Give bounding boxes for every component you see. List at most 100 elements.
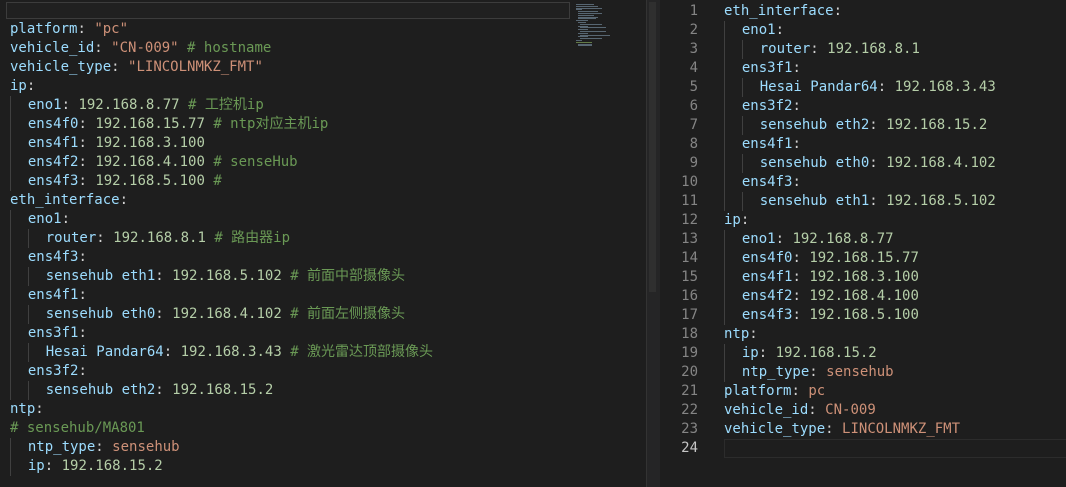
code-line[interactable]: ens4f1: 192.168.3.100	[724, 268, 996, 287]
code-line[interactable]: vehicle_id: "CN-009" # hostname	[10, 39, 433, 58]
code-line[interactable]: ntp:	[10, 400, 433, 419]
yaml-key: sensehub eth0	[759, 155, 870, 171]
colon: :	[61, 97, 71, 113]
code-line[interactable]: ens4f3: 192.168.5.100	[724, 306, 996, 325]
line-number: 4	[689, 60, 698, 76]
scrollbar-thumb[interactable]	[649, 2, 656, 292]
code-line[interactable]: ens4f3: 192.168.5.100 #	[10, 172, 433, 191]
comment: # 前面左侧摄像头	[290, 306, 406, 322]
code-line[interactable]: sensehub eth2: 192.168.15.2	[724, 116, 996, 135]
code-line[interactable]: ip:	[724, 211, 996, 230]
code-line[interactable]: ens4f1:	[10, 286, 433, 305]
code-line[interactable]: vehicle_type: "LINCOLNMKZ_FMT"	[10, 58, 433, 77]
line-number: 17	[681, 307, 698, 323]
yaml-value: 192.168.5.102	[172, 268, 282, 284]
line-number: 2	[689, 22, 698, 38]
code-line[interactable]: ntp:	[724, 325, 996, 344]
code-line[interactable]: router: 192.168.8.1	[724, 40, 996, 59]
code-line[interactable]: ntp_type: sensehub	[724, 363, 996, 382]
minimap[interactable]	[576, 4, 630, 48]
code-line[interactable]: Hesai Pandar64: 192.168.3.43	[724, 78, 996, 97]
indent-guide	[724, 116, 742, 135]
code-line[interactable]: ip: 192.168.15.2	[724, 344, 996, 363]
code-line[interactable]: ens3f1:	[724, 59, 996, 78]
code-line[interactable]	[724, 439, 996, 458]
colon: :	[792, 288, 801, 304]
code-line[interactable]: sensehub eth0: 192.168.4.102 # 前面左侧摄像头	[10, 305, 433, 324]
code-line[interactable]: # sensehub/MA801	[10, 419, 433, 438]
code-line[interactable]: ntp_type: sensehub	[10, 438, 433, 457]
colon: :	[163, 344, 173, 360]
left-code-area[interactable]: platform: "pc" vehicle_id: "CN-009" # hos…	[10, 20, 433, 476]
yaml-value: CN-009	[825, 402, 876, 418]
yaml-value: 192.168.3.100	[809, 269, 919, 285]
code-line[interactable]: ens4f1:	[724, 135, 996, 154]
line-number: 22	[681, 402, 698, 418]
code-line[interactable]: ens4f3:	[10, 248, 433, 267]
code-line[interactable]: eno1:	[10, 210, 433, 229]
code-line[interactable]: eno1: 192.168.8.77 # 工控机ip	[10, 96, 433, 115]
right-editor-pane[interactable]: 1 2 3 4 5 6 7 8 9 10 11 12 13 14 15 16 17 18 19 20 21 22 23 24 …	[660, 0, 1066, 487]
line-number: 16	[681, 288, 698, 304]
code-line[interactable]: sensehub eth0: 192.168.4.102	[724, 154, 996, 173]
code-line[interactable]: ens3f2:	[10, 362, 433, 381]
code-line[interactable]: ens4f3:	[724, 173, 996, 192]
code-line[interactable]: ens4f1: 192.168.3.100	[10, 134, 433, 153]
code-line[interactable]: ens4f2: 192.168.4.100	[724, 287, 996, 306]
colon: :	[78, 287, 87, 303]
yaml-key: Hesai Pandar64	[45, 344, 164, 360]
line-number: 6	[689, 98, 698, 114]
code-line[interactable]: vehicle_id: CN-009	[724, 401, 996, 420]
code-line[interactable]: platform: pc	[724, 382, 996, 401]
indent-guide	[27, 343, 46, 362]
colon: :	[792, 60, 801, 76]
yaml-key: ens4f3	[27, 173, 79, 189]
colon: :	[155, 306, 164, 322]
yaml-key: ip	[27, 458, 45, 474]
yaml-key: ens4f1	[27, 135, 79, 151]
colon: :	[78, 325, 87, 341]
yaml-key: eth_interface	[10, 192, 120, 208]
yaml-key: eno1	[741, 231, 776, 247]
indent-guide	[724, 230, 742, 249]
colon: :	[155, 268, 164, 284]
code-line[interactable]: ip:	[10, 77, 433, 96]
code-line[interactable]: sensehub eth1: 192.168.5.102	[724, 192, 996, 211]
colon: :	[78, 154, 87, 170]
line-number: 15	[681, 269, 698, 285]
left-editor-pane[interactable]: platform: "pc" vehicle_id: "CN-009" # hos…	[0, 0, 646, 487]
code-line[interactable]: platform: "pc"	[10, 20, 433, 39]
code-line[interactable]: vehicle_type: LINCOLNMKZ_FMT	[724, 420, 996, 439]
code-line[interactable]: ens3f1:	[10, 324, 433, 343]
right-code-area[interactable]: eth_interface: eno1: router: 192.168.8.1…	[724, 2, 996, 458]
code-line[interactable]: eno1:	[724, 21, 996, 40]
code-line[interactable]: Hesai Pandar64: 192.168.3.43 # 激光雷达顶部摄像头	[10, 343, 433, 362]
colon: :	[775, 22, 785, 38]
yaml-value: 192.168.8.1	[827, 41, 920, 57]
code-line[interactable]: eno1: 192.168.8.77	[724, 230, 996, 249]
yaml-key: ntp_type	[741, 364, 810, 380]
indent-guide	[27, 267, 46, 286]
code-line[interactable]: ens4f0: 192.168.15.77	[724, 249, 996, 268]
yaml-value: 192.168.15.2	[172, 382, 274, 398]
editor-find-bar[interactable]	[6, 2, 570, 19]
yaml-key: eno1	[27, 211, 62, 227]
indent-guide	[724, 97, 742, 116]
colon: :	[810, 41, 819, 57]
code-line[interactable]: sensehub eth1: 192.168.5.102 # 前面中部摄像头	[10, 267, 433, 286]
colon: :	[775, 231, 785, 247]
code-line[interactable]: eth_interface:	[10, 191, 433, 210]
code-line[interactable]: ens4f0: 192.168.15.77 # ntp对应主机ip	[10, 115, 433, 134]
yaml-value: 192.168.15.2	[886, 117, 988, 133]
yaml-value: 192.168.3.100	[95, 135, 205, 151]
line-number: 13	[681, 231, 698, 247]
code-line[interactable]: ens3f2:	[724, 97, 996, 116]
code-line[interactable]: ip: 192.168.15.2	[10, 457, 433, 476]
code-line[interactable]: sensehub eth2: 192.168.15.2	[10, 381, 433, 400]
yaml-value: 192.168.15.2	[775, 345, 877, 361]
indent-guide	[741, 78, 760, 97]
code-line[interactable]: eth_interface:	[724, 2, 996, 21]
code-line[interactable]: router: 192.168.8.1 # 路由器ip	[10, 229, 433, 248]
code-line[interactable]: ens4f2: 192.168.4.100 # senseHub	[10, 153, 433, 172]
line-number: 20	[681, 364, 698, 380]
